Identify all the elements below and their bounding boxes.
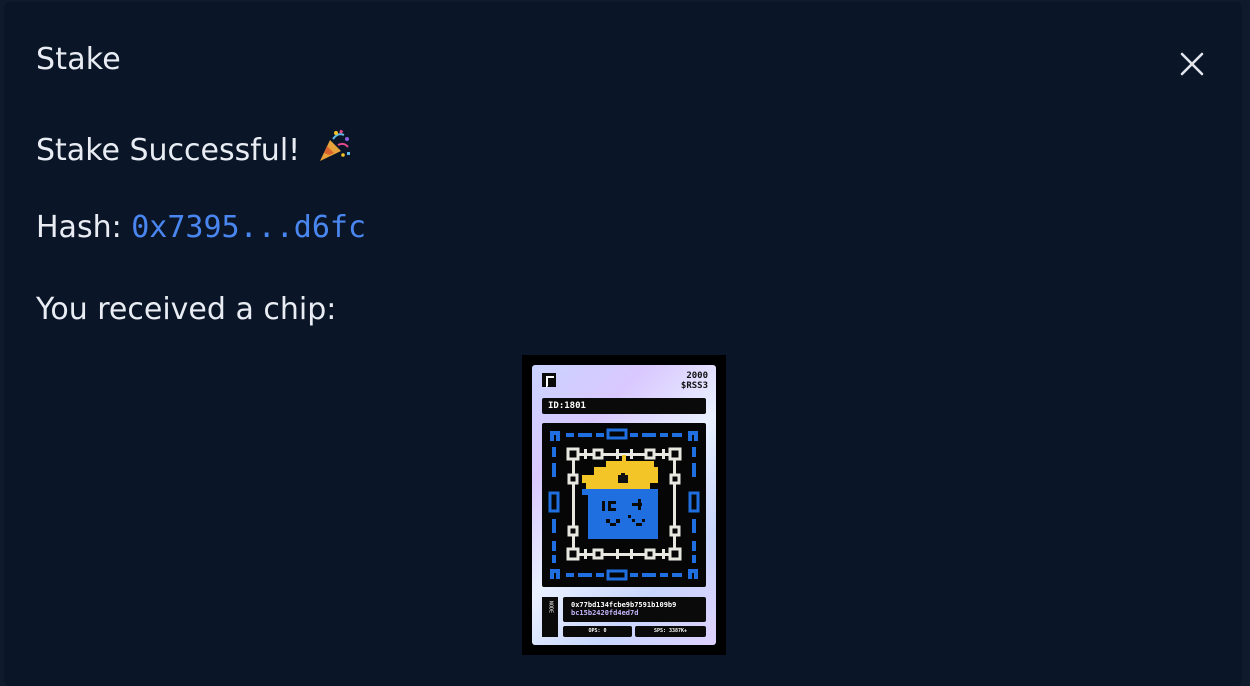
modal-title: Stake — [36, 42, 121, 77]
party-popper-icon — [319, 129, 350, 161]
hash-label: Hash: — [36, 210, 122, 245]
transaction-hash-link[interactable]: 0x7395...d6fc — [131, 210, 366, 245]
chip-artwork — [542, 423, 706, 587]
chip-address: 0x77bd134fcbe9b7591b109b9 bc15b2420fd4ed… — [563, 597, 706, 622]
success-text: Stake Successful! — [36, 133, 301, 168]
chip-id: ID:1801 — [542, 398, 706, 414]
chip-amount: 2000 $RSS3 — [681, 371, 708, 391]
success-message: Stake Successful! — [36, 128, 352, 168]
chip-ops: OPS: 0 — [563, 626, 632, 637]
close-icon — [1180, 52, 1204, 76]
chip-card-face: 2000 $RSS3 ID:1801 NODE 0x77bd134fcbe9b7… — [532, 365, 716, 645]
chip-address-line-2: bc15b2420fd4ed7d — [571, 609, 639, 617]
chip-token: $RSS3 — [680, 381, 708, 391]
received-chip-message: You received a chip: — [36, 292, 337, 327]
chip-sps: SPS: 3387K+ — [635, 626, 706, 637]
chip-card: 2000 $RSS3 ID:1801 NODE 0x77bd134fcbe9b7… — [522, 355, 726, 655]
rss3-logo-icon — [542, 373, 556, 388]
close-button[interactable] — [1174, 46, 1210, 82]
chip-node-text: NODE — [547, 601, 554, 614]
chip-amount-value: 2000 — [686, 371, 708, 381]
chip-address-line-1: 0x77bd134fcbe9b7591b109b9 — [571, 601, 677, 609]
hash-row: Hash: 0x7395...d6fc — [36, 210, 366, 245]
chip-pixel-art-icon — [548, 428, 700, 581]
chip-node-label: NODE — [542, 597, 558, 637]
stake-modal: Stake Stake Successful! Hash: 0x7395...d… — [4, 2, 1242, 686]
